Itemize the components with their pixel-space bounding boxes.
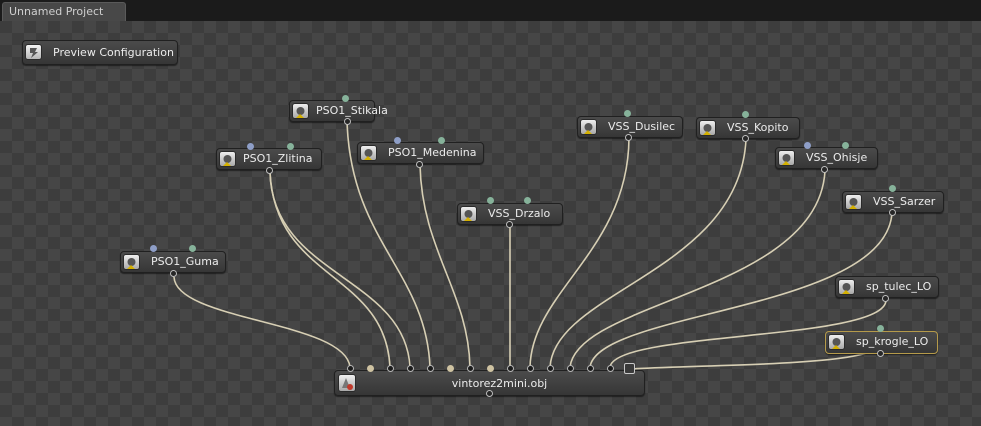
input-port[interactable]: [527, 365, 534, 372]
material-icon: [778, 150, 795, 166]
wire-kopito: [549, 138, 747, 368]
node-label: VSS_Sarzer: [873, 195, 936, 208]
input-port[interactable]: [547, 365, 554, 372]
input-port[interactable]: [150, 245, 157, 252]
input-port[interactable]: [247, 143, 254, 150]
tab-bar: Unnamed Project: [0, 0, 981, 21]
input-port[interactable]: [487, 197, 494, 204]
output-port[interactable]: [877, 350, 884, 357]
output-port[interactable]: [889, 209, 896, 216]
node-label: VSS_Drzalo: [488, 207, 551, 220]
input-port[interactable]: [742, 111, 749, 118]
input-port[interactable]: [889, 185, 896, 192]
material-icon: [699, 120, 716, 136]
input-port[interactable]: [804, 142, 811, 149]
target-label: vintorez2mini.obj: [451, 377, 548, 390]
input-port[interactable]: [189, 245, 196, 252]
wire-dusilec: [529, 137, 630, 368]
wire-ohisje: [569, 170, 826, 368]
output-port[interactable]: [506, 221, 513, 228]
input-port[interactable]: [587, 365, 594, 372]
config-icon: [25, 44, 42, 60]
input-port[interactable]: [842, 142, 849, 149]
material-icon: [292, 103, 309, 119]
input-port[interactable]: [287, 143, 294, 150]
output-port[interactable]: [266, 167, 273, 174]
input-port[interactable]: [607, 365, 614, 372]
input-port[interactable]: [438, 137, 445, 144]
material-icon: [460, 206, 477, 222]
node-label: PSO1_Medenina: [388, 146, 477, 159]
output-port[interactable]: [486, 390, 493, 397]
input-port[interactable]: [507, 365, 514, 372]
preview-configuration-node[interactable]: Preview Configuration: [22, 40, 178, 65]
input-port[interactable]: [877, 325, 884, 332]
node-label: PSO1_Guma: [151, 255, 219, 268]
wire-zlitina-a: [269, 171, 391, 368]
material-icon: [123, 254, 140, 270]
input-port[interactable]: [567, 365, 574, 372]
output-port[interactable]: [742, 135, 749, 142]
material-icon: [580, 119, 597, 135]
output-port[interactable]: [821, 166, 828, 173]
output-port[interactable]: [344, 118, 351, 125]
input-port[interactable]: [407, 365, 414, 372]
input-port[interactable]: [447, 365, 454, 372]
node-pso1-stikala[interactable]: PSO1_Stikala: [289, 100, 388, 122]
output-port[interactable]: [170, 270, 177, 277]
node-label: VSS_Dusilec: [608, 120, 676, 133]
node-label: sp_krogle_LO: [856, 335, 929, 348]
node-label: VSS_Kopito: [727, 121, 789, 134]
output-port[interactable]: [882, 295, 889, 302]
wire-guma: [173, 276, 351, 368]
material-icon: [360, 145, 377, 161]
tab-label: Unnamed Project: [9, 5, 104, 18]
material-icon: [838, 279, 855, 295]
output-port[interactable]: [625, 134, 632, 141]
input-port[interactable]: [387, 365, 394, 372]
preview-configuration-label: Preview Configuration: [53, 46, 174, 59]
input-port[interactable]: [487, 365, 494, 372]
input-port[interactable]: [367, 365, 374, 372]
wire-zlitina-b: [269, 171, 411, 368]
node-label: PSO1_Zlitina: [243, 152, 313, 165]
material-icon: [828, 334, 845, 350]
node-label: PSO1_Stikala: [316, 104, 388, 117]
input-port[interactable]: [394, 137, 401, 144]
material-icon: [219, 151, 236, 167]
input-port[interactable]: [524, 197, 531, 204]
add-input-port[interactable]: [624, 363, 635, 374]
material-icon: [845, 194, 862, 210]
output-port[interactable]: [416, 161, 423, 168]
tab-unnamed-project[interactable]: Unnamed Project: [2, 2, 126, 21]
node-label: sp_tulec_LO: [866, 280, 932, 293]
input-port[interactable]: [347, 365, 354, 372]
input-port[interactable]: [427, 365, 434, 372]
node-label: VSS_Ohisje: [806, 151, 868, 164]
input-port[interactable]: [467, 365, 474, 372]
input-port[interactable]: [624, 110, 631, 117]
wire-medenina: [419, 164, 471, 368]
input-port[interactable]: [342, 95, 349, 102]
node-graph-canvas[interactable]: Preview Configuration PSO1_Stikala PSO1_…: [0, 21, 981, 426]
